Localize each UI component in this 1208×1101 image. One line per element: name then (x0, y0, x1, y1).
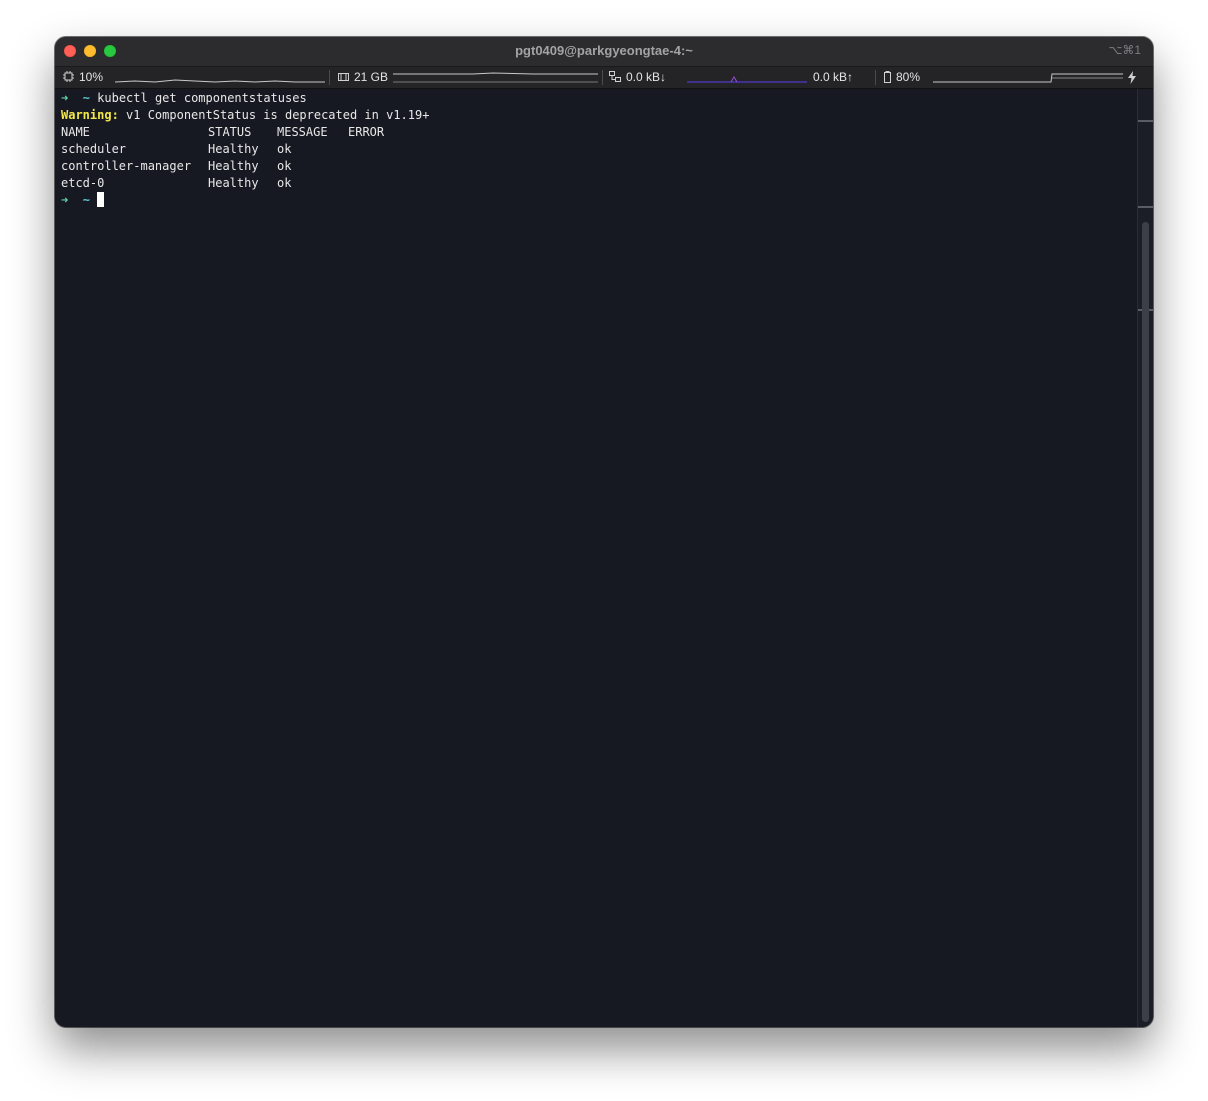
scrollbar-thumb[interactable] (1142, 222, 1149, 1022)
command-text: kubectl get componentstatuses (97, 91, 307, 105)
scroll-marker (1138, 120, 1153, 122)
window-shortcut: ⌥⌘1 (1108, 43, 1141, 57)
row-message: ok (277, 176, 292, 190)
network-down-value: 0.0 kB↓ (626, 70, 667, 84)
header-name: NAME (61, 125, 90, 139)
warning-label: Warning: (61, 108, 119, 122)
vertical-scrollbar[interactable] (1137, 89, 1153, 1027)
status-separator (329, 70, 330, 85)
header-status: STATUS (208, 125, 252, 139)
status-separator (875, 70, 876, 85)
window-title: pgt0409@parkgyeongtae-4:~ (515, 43, 693, 58)
battery-icon (884, 71, 891, 83)
row-status: Healthy (208, 142, 259, 156)
lightning-icon (1128, 71, 1136, 84)
row-name: etcd-0 (61, 176, 105, 190)
row-status: Healthy (208, 176, 259, 190)
prompt-directory: ~ (82, 91, 90, 105)
terminal-window: pgt0409@parkgyeongtae-4:~ ⌥⌘1 10% 21 GB (55, 37, 1153, 1027)
status-memory: 21 GB (338, 70, 388, 84)
terminal-content[interactable]: ➜ ~ kubectl get componentstatuses Warnin… (55, 89, 1137, 1027)
battery-value: 80% (896, 70, 921, 84)
row-message: ok (277, 142, 292, 156)
row-name: scheduler (61, 142, 127, 156)
network-up-value: 0.0 kB↑ (813, 70, 854, 84)
row-message: ok (277, 159, 292, 173)
warning-text: v1 ComponentStatus is deprecated in v1.1… (118, 108, 430, 122)
title-bar[interactable]: pgt0409@parkgyeongtae-4:~ ⌥⌘1 (55, 37, 1153, 67)
row-status: Healthy (208, 159, 259, 173)
text-cursor (97, 192, 105, 207)
memory-value: 21 GB (354, 70, 389, 84)
row-name: controller-manager (61, 159, 192, 173)
cpu-icon (63, 71, 74, 82)
status-network: 0.0 kB↓ (609, 70, 666, 84)
current-prompt-line[interactable]: ➜ ~ (61, 192, 105, 209)
memory-icon (338, 73, 349, 81)
command-line: ➜ ~ kubectl get componentstatuses (61, 90, 307, 107)
prompt-arrow-icon: ➜ (61, 193, 69, 207)
header-error: ERROR (348, 125, 385, 139)
cpu-graph (115, 79, 325, 83)
cpu-value: 10% (79, 70, 104, 84)
header-message: MESSAGE (277, 125, 328, 139)
status-separator (602, 70, 603, 85)
prompt-arrow-icon: ➜ (61, 91, 69, 105)
status-battery: 80% (884, 70, 920, 84)
status-cpu: 10% (63, 70, 103, 84)
battery-graph (933, 73, 1123, 83)
memory-graph (393, 72, 598, 83)
network-icon (609, 71, 621, 82)
warning-line: Warning: v1 ComponentStatus is deprecate… (61, 107, 429, 124)
network-graph (687, 76, 807, 83)
prompt-directory: ~ (82, 193, 90, 207)
scroll-marker (1138, 206, 1153, 208)
status-bar: 10% 21 GB 0.0 kB↓ 0.0 kB↑ 80% (55, 67, 1153, 89)
